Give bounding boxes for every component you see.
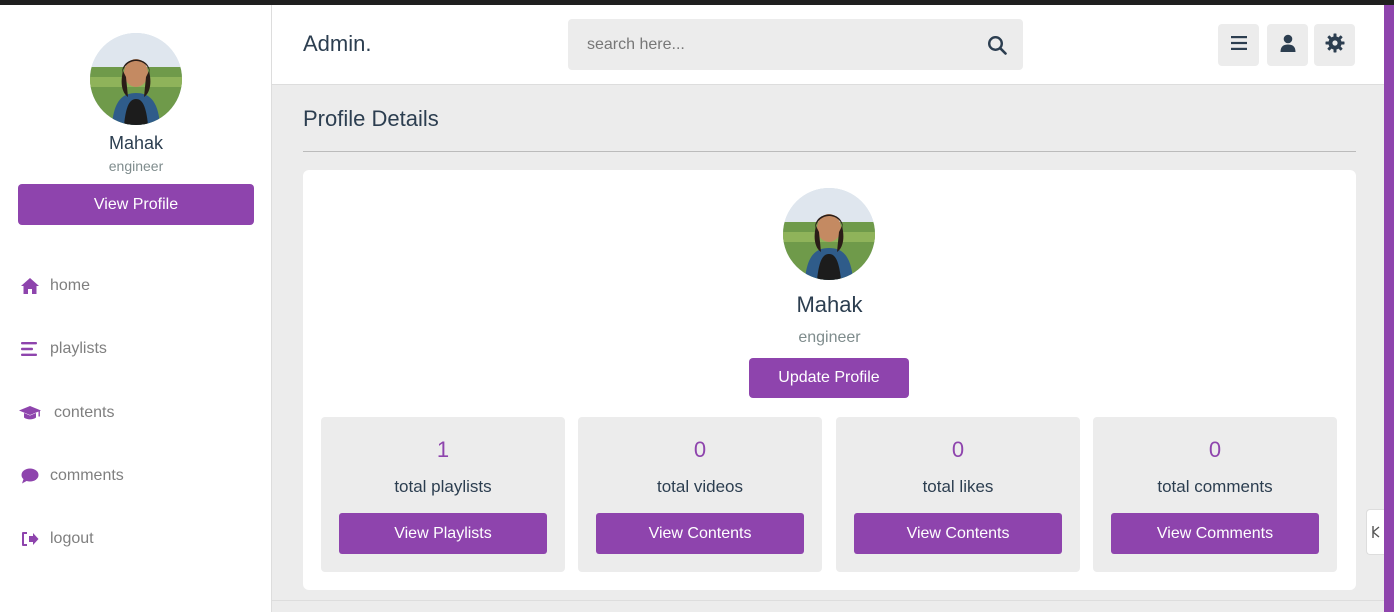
stat-box-videos: 0 total videos View Contents — [578, 417, 822, 572]
stat-box-comments: 0 total comments View Comments — [1093, 417, 1337, 572]
user-icon — [1280, 34, 1296, 57]
stat-value: 1 — [436, 437, 450, 462]
sidebar-item-label: home — [50, 277, 91, 294]
sidebar-item-label: contents — [54, 404, 115, 421]
user-button[interactable] — [1267, 24, 1308, 66]
sidebar-user-role: engineer — [108, 158, 164, 174]
divider — [303, 151, 1356, 152]
stat-label: total playlists — [394, 477, 492, 496]
sidebar-item-contents[interactable]: contents — [18, 400, 114, 426]
settings-icon — [1325, 33, 1345, 58]
resize-icon — [1371, 526, 1379, 538]
stat-label: total videos — [657, 477, 743, 496]
stat-value: 0 — [1208, 437, 1222, 462]
avatar — [783, 188, 875, 280]
stat-box-likes: 0 total likes View Contents — [836, 417, 1080, 572]
scrollbar-accent — [1384, 5, 1394, 612]
sidebar-item-logout[interactable]: logout — [18, 526, 94, 552]
search-bar — [568, 19, 1023, 70]
profile-card: Mahak engineer Update Profile 1 total pl… — [303, 170, 1356, 590]
sidebar-item-playlists[interactable]: playlists — [18, 336, 107, 362]
logo[interactable]: Admin. — [303, 31, 371, 57]
page-title: Profile Details — [303, 106, 439, 131]
view-profile-button[interactable]: View Profile — [18, 184, 254, 225]
search-icon[interactable] — [971, 19, 1023, 70]
sidebar-item-label: comments — [50, 467, 124, 484]
menu-button[interactable] — [1218, 24, 1259, 66]
sidebar-item-comments[interactable]: comments — [18, 463, 124, 489]
sidebar-item-home[interactable]: home — [18, 273, 90, 299]
profile-role: engineer — [798, 329, 861, 346]
view-comments-button[interactable]: View Comments — [1111, 513, 1319, 554]
divider — [272, 600, 1384, 601]
stat-label: total likes — [922, 477, 994, 496]
sidebar-item-label: playlists — [50, 340, 107, 357]
top-header: Admin. — [272, 5, 1384, 85]
graduation-cap-icon — [18, 401, 42, 425]
sidebar-item-label: logout — [50, 530, 94, 547]
view-contents-button[interactable]: View Contents — [854, 513, 1062, 554]
stat-value: 0 — [951, 437, 965, 462]
stat-label: total comments — [1157, 477, 1273, 496]
sidebar-user-name: Mahak — [108, 133, 164, 153]
profile-name: Mahak — [796, 292, 863, 317]
logout-icon — [18, 527, 42, 551]
view-playlists-button[interactable]: View Playlists — [339, 513, 547, 554]
sidebar: Mahak engineer View Profile home playlis… — [0, 5, 272, 612]
view-contents-button[interactable]: View Contents — [596, 513, 804, 554]
search-input[interactable] — [568, 19, 971, 70]
avatar[interactable] — [90, 33, 182, 125]
side-panel-handle[interactable] — [1366, 509, 1384, 555]
comment-icon — [18, 464, 42, 488]
settings-button[interactable] — [1314, 24, 1355, 66]
menu-icon — [1230, 35, 1247, 55]
home-icon — [18, 274, 42, 298]
stat-box-playlists: 1 total playlists View Playlists — [321, 417, 565, 572]
update-profile-button[interactable]: Update Profile — [749, 358, 909, 398]
stat-value: 0 — [693, 437, 707, 462]
bars-icon — [18, 337, 42, 361]
